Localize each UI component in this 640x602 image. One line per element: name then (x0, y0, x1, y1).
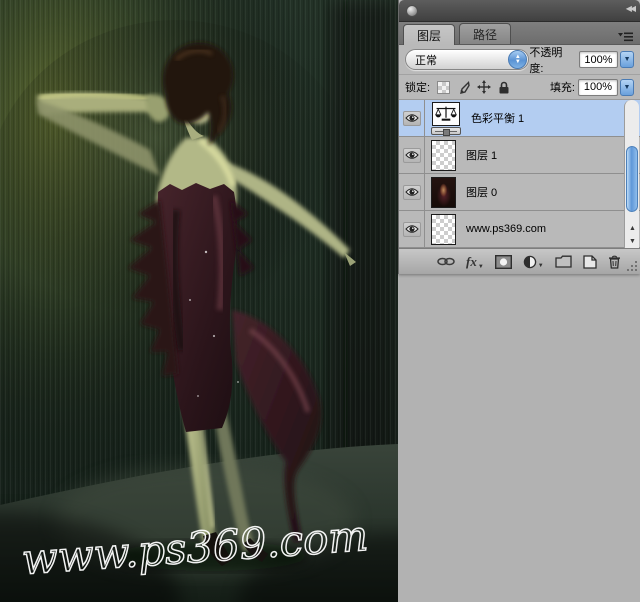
collapse-to-icons-icon[interactable]: ◀◀ (626, 4, 636, 13)
layer-row-watermark[interactable]: www.ps369.com (399, 211, 640, 248)
lock-label: 锁定: (405, 82, 431, 94)
layer-row-layer0[interactable]: 图层 0 (399, 174, 640, 211)
tab-paths[interactable]: 路径 (459, 23, 512, 44)
lock-transparency-icon[interactable] (437, 80, 451, 94)
panel-titlebar[interactable]: ◀◀ (399, 0, 640, 22)
opacity-dropdown-icon[interactable]: ▼ (620, 51, 634, 68)
visibility-eye-icon[interactable] (402, 110, 421, 126)
blend-mode-select[interactable]: 正常 ▲ ▼ (405, 49, 530, 70)
close-panel-icon[interactable] (406, 5, 418, 17)
link-layers-icon[interactable] (437, 257, 455, 266)
layer-thumbnail[interactable] (431, 139, 456, 171)
lock-row: 锁定: 填充: 100% ▼ (399, 75, 640, 100)
panel-tab-bar: 图层 路径 (399, 22, 640, 45)
fill-dropdown-icon[interactable]: ▼ (620, 78, 634, 96)
layer-style-fx-icon[interactable]: fx ▼ (466, 254, 484, 270)
layer-name[interactable]: www.ps369.com (466, 223, 546, 235)
adjustment-slider-icon (431, 126, 461, 136)
layers-scrollbar[interactable]: ▲ ▼ (624, 100, 639, 248)
scroll-up-icon[interactable]: ▲ (625, 222, 640, 235)
photo-dancer: www.ps369.com (0, 0, 398, 602)
color-balance-scales-icon (435, 106, 457, 121)
stepper-icon: ▲ ▼ (508, 50, 528, 69)
scrollbar-thumb[interactable] (626, 146, 638, 212)
document-canvas: www.ps369.com (0, 0, 398, 602)
new-layer-icon[interactable] (583, 254, 597, 269)
visibility-eye-icon[interactable] (402, 184, 421, 200)
layers-list: 色彩平衡 1 图层 1 图层 0 www.ps369.com ▲ ▼ (399, 100, 640, 248)
layers-panel-toolbar: fx ▼ ▼ (399, 248, 640, 274)
adjustment-layer-thumbnail[interactable] (431, 101, 461, 136)
lock-pixels-brush-icon[interactable] (457, 80, 470, 94)
layer-thumbnail[interactable] (431, 213, 456, 245)
lock-position-move-icon[interactable] (477, 80, 492, 94)
fill-label: 填充: (549, 82, 575, 94)
opacity-input[interactable]: 100% (578, 51, 619, 68)
new-adjustment-layer-icon[interactable]: ▼ (523, 255, 544, 269)
layer-row-color-balance[interactable]: 色彩平衡 1 (399, 100, 640, 137)
new-group-folder-icon[interactable] (555, 255, 572, 268)
panel-menu-icon[interactable] (618, 29, 633, 47)
layers-panel: ◀◀ 图层 路径 正常 ▲ ▼ 不透明度: 100% ▼ 锁定: 填充: 100… (398, 0, 640, 274)
visibility-eye-icon[interactable] (402, 147, 421, 163)
fill-input[interactable]: 100% (578, 78, 618, 96)
layer-row-layer1[interactable]: 图层 1 (399, 137, 640, 174)
scroll-down-icon[interactable]: ▼ (625, 235, 640, 248)
layer-thumbnail[interactable] (431, 176, 456, 208)
panel-resize-grip[interactable] (625, 259, 637, 271)
layer-name[interactable]: 图层 1 (466, 147, 497, 163)
visibility-eye-icon[interactable] (402, 221, 421, 237)
layer-name[interactable]: 色彩平衡 1 (471, 110, 524, 126)
add-layer-mask-icon[interactable] (494, 254, 512, 269)
opacity-label: 不透明度: (529, 46, 563, 75)
lock-all-padlock-icon[interactable] (498, 81, 510, 94)
delete-layer-trash-icon[interactable] (608, 255, 621, 269)
tab-layers[interactable]: 图层 (403, 24, 456, 45)
layer-name[interactable]: 图层 0 (466, 184, 497, 200)
blend-mode-row: 正常 ▲ ▼ 不透明度: 100% ▼ (399, 45, 640, 75)
